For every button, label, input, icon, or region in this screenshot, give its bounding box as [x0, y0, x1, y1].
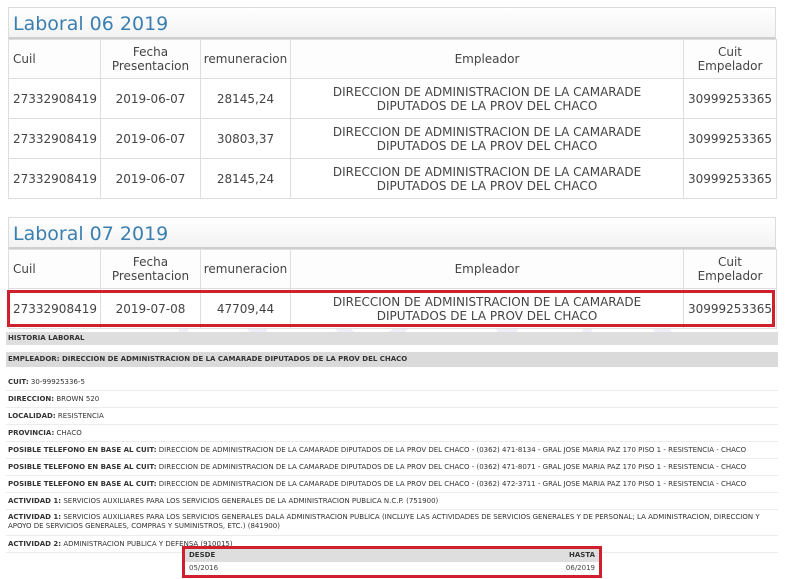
- desde-label: DESDE: [189, 551, 216, 559]
- cell-cuil: 27332908419: [8, 288, 101, 329]
- field-localidad: LOCALIDAD: RESISTENCIA: [6, 408, 778, 425]
- column-header-fecha: Fecha Presentacion: [100, 39, 201, 79]
- historia-laboral: HISTORIA LABORAL EMPLEADOR: DIRECCION DE…: [6, 332, 778, 553]
- cell-fecha: 2019-07-08: [100, 288, 201, 329]
- desde-value: 05/2016: [189, 564, 219, 572]
- panel-laboral-07-2019: Laboral 07 2019 Cuil Fecha Presentacion r…: [8, 217, 777, 329]
- laboral-table: Cuil Fecha Presentacion remuneracion Empl…: [8, 39, 777, 199]
- table-header-row: Cuil Fecha Presentacion remuneracion Empl…: [8, 249, 777, 289]
- cell-remuneracion: 28145,24: [200, 158, 291, 199]
- field-provincia: PROVINCIA: CHACO: [6, 425, 778, 442]
- hasta-value: 06/2019: [565, 564, 595, 572]
- field-actividad: ACTIVIDAD 1: SERVICIOS AUXILIARES PARA L…: [6, 493, 778, 510]
- field-direccion: DIRECCION: BROWN 520: [6, 391, 778, 408]
- table-row: 27332908419 2019-06-07 28145,24 DIRECCIO…: [8, 78, 777, 119]
- periodo-values: 05/2016 06/2019: [185, 562, 599, 575]
- column-header-empleador: Empleador: [290, 249, 684, 289]
- hasta-label: HASTA: [569, 551, 595, 559]
- column-header-cuit: Cuit Empelador: [683, 39, 777, 79]
- cell-remuneracion: 47709,44: [200, 288, 291, 329]
- cell-fecha: 2019-06-07: [100, 118, 201, 159]
- field-telefono: POSIBLE TELEFONO EN BASE AL CUIT: DIRECC…: [6, 476, 778, 493]
- table-row: 27332908419 2019-06-07 30803,37 DIRECCIO…: [8, 118, 777, 159]
- field-telefono: POSIBLE TELEFONO EN BASE AL CUIT: DIRECC…: [6, 459, 778, 476]
- cell-cuit: 30999253365: [683, 78, 777, 119]
- panel-laboral-06-2019: Laboral 06 2019 Cuil Fecha Presentacion r…: [8, 7, 777, 199]
- cell-cuit: 30999253365: [683, 158, 777, 199]
- cell-cuil: 27332908419: [8, 158, 101, 199]
- cell-fecha: 2019-06-07: [100, 78, 201, 119]
- cell-cuil: 27332908419: [8, 118, 101, 159]
- cell-fecha: 2019-06-07: [100, 158, 201, 199]
- cell-cuil: 27332908419: [8, 78, 101, 119]
- cell-empleador: DIRECCION DE ADMINISTRACION DE LA CAMARA…: [290, 118, 684, 159]
- cell-cuit: 30999253365: [683, 118, 777, 159]
- column-header-remuneracion: remuneracion: [200, 39, 291, 79]
- column-header-cuil: Cuil: [8, 249, 101, 289]
- column-header-cuit: Cuit Empelador: [683, 249, 777, 289]
- table-row: 27332908419 2019-06-07 28145,24 DIRECCIO…: [8, 158, 777, 199]
- field-actividad: ACTIVIDAD 1: SERVICIOS AUXILIARES PARA L…: [6, 510, 778, 536]
- periodo-header: DESDE HASTA: [185, 549, 599, 562]
- panel-title: Laboral 06 2019: [8, 7, 776, 39]
- laboral-table: Cuil Fecha Presentacion remuneracion Empl…: [8, 249, 777, 329]
- periodo-desde-hasta: DESDE HASTA 05/2016 06/2019: [182, 546, 602, 578]
- cell-empleador: DIRECCION DE ADMINISTRACION DE LA CAMARA…: [290, 78, 684, 119]
- panel-title: Laboral 07 2019: [8, 217, 776, 249]
- cell-cuit: 30999253365: [683, 288, 777, 329]
- field-telefono: POSIBLE TELEFONO EN BASE AL CUIT: DIRECC…: [6, 442, 778, 459]
- cell-remuneracion: 28145,24: [200, 78, 291, 119]
- column-header-empleador: Empleador: [290, 39, 684, 79]
- cell-empleador: DIRECCION DE ADMINISTRACION DE LA CAMARA…: [290, 158, 684, 199]
- column-header-fecha: Fecha Presentacion: [100, 249, 201, 289]
- table-header-row: Cuil Fecha Presentacion remuneracion Empl…: [8, 39, 777, 79]
- column-header-cuil: Cuil: [8, 39, 101, 79]
- historia-header: HISTORIA LABORAL: [6, 332, 778, 345]
- column-header-remuneracion: remuneracion: [200, 249, 291, 289]
- cell-empleador: DIRECCION DE ADMINISTRACION DE LA CAMARA…: [290, 288, 684, 329]
- table-row: 27332908419 2019-07-08 47709,44 DIRECCIO…: [8, 288, 777, 329]
- cell-remuneracion: 30803,37: [200, 118, 291, 159]
- field-cuit: CUIT: 30-99925336-5: [6, 374, 778, 391]
- empleador-bar: EMPLEADOR: DIRECCION DE ADMINISTRACION D…: [6, 352, 778, 367]
